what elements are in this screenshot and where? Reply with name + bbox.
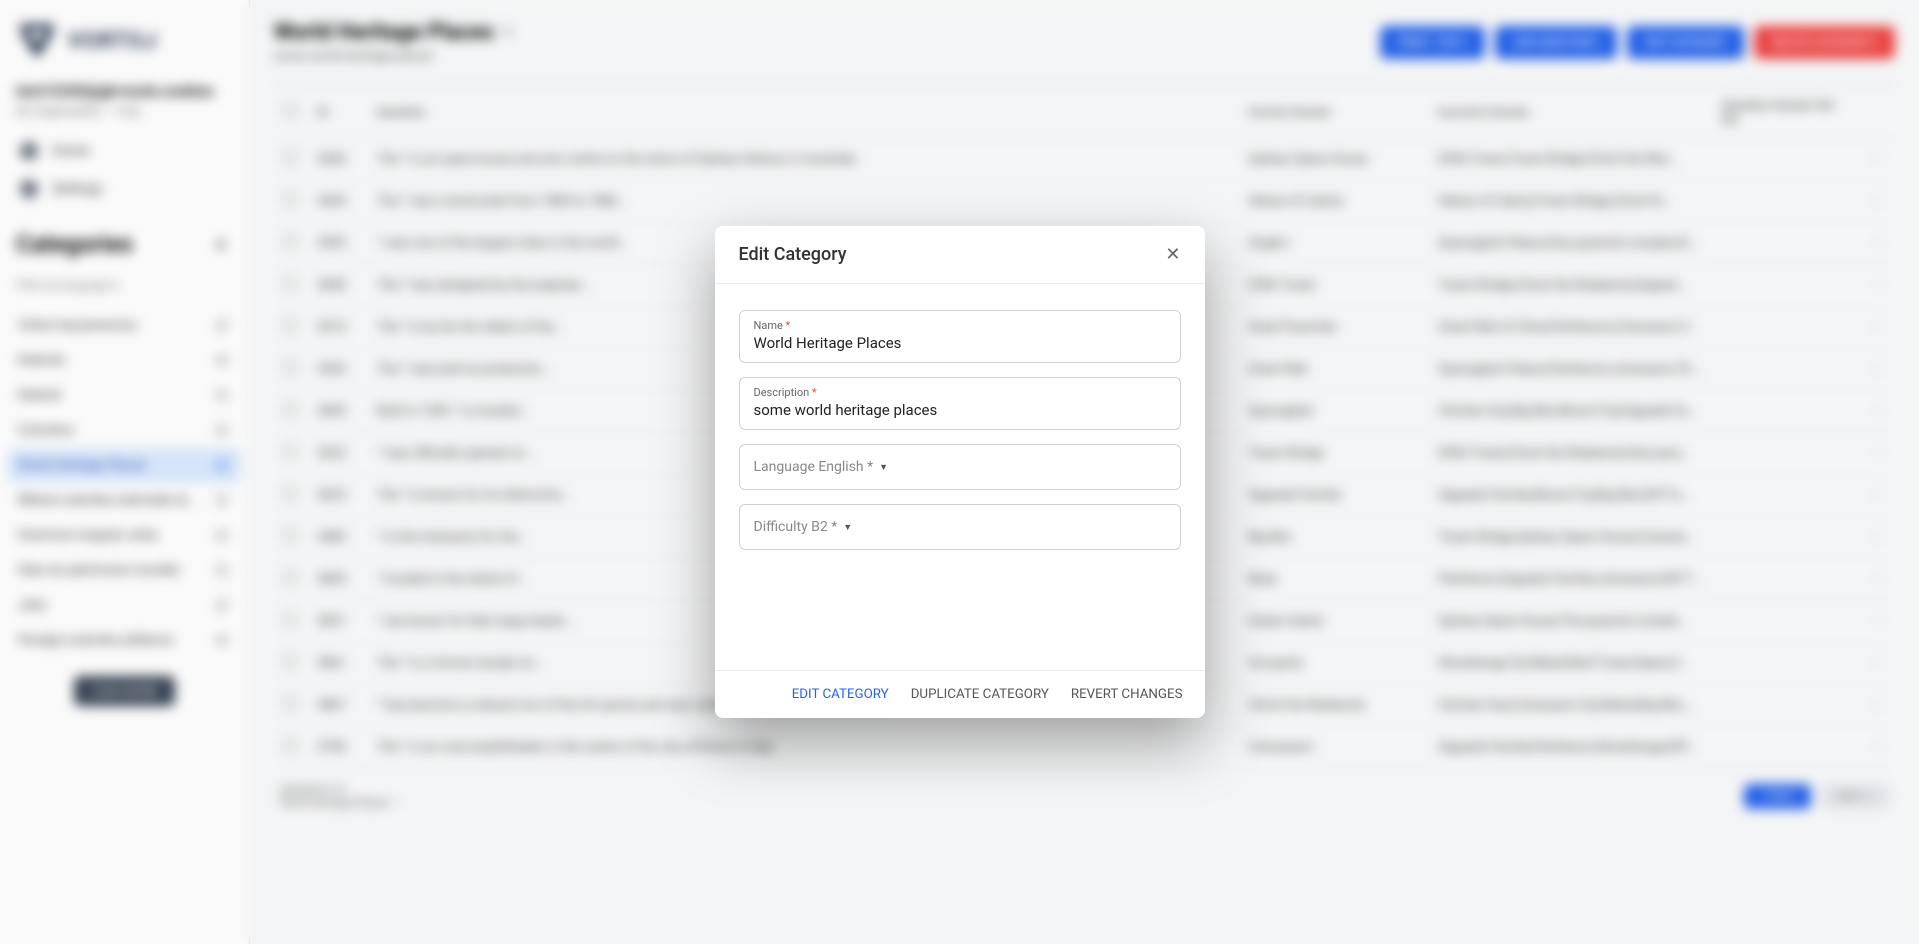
name-label: Name bbox=[754, 319, 783, 332]
modal-title: Edit Category bbox=[739, 244, 847, 265]
description-field[interactable]: Description * bbox=[739, 377, 1181, 430]
difficulty-select[interactable]: Difficulty B2 * ▼ bbox=[739, 504, 1181, 550]
modal-edit-button[interactable]: EDIT CATEGORY bbox=[792, 687, 889, 702]
edit-category-modal: Edit Category ✕ Name * Description * Lan… bbox=[715, 226, 1205, 718]
modal-revert-button[interactable]: REVERT CHANGES bbox=[1071, 687, 1183, 702]
language-select[interactable]: Language English * ▼ bbox=[739, 444, 1181, 490]
difficulty-select-label: Difficulty B2 * bbox=[754, 519, 838, 535]
name-field[interactable]: Name * bbox=[739, 310, 1181, 363]
chevron-down-icon: ▼ bbox=[879, 462, 888, 473]
description-input[interactable] bbox=[754, 401, 1166, 419]
modal-duplicate-button[interactable]: DUPLICATE CATEGORY bbox=[911, 687, 1049, 702]
description-label: Description bbox=[754, 386, 810, 399]
modal-close-button[interactable]: ✕ bbox=[1165, 244, 1180, 265]
chevron-down-icon: ▼ bbox=[843, 522, 852, 533]
language-select-label: Language English * bbox=[754, 459, 874, 475]
name-input[interactable] bbox=[754, 334, 1166, 352]
